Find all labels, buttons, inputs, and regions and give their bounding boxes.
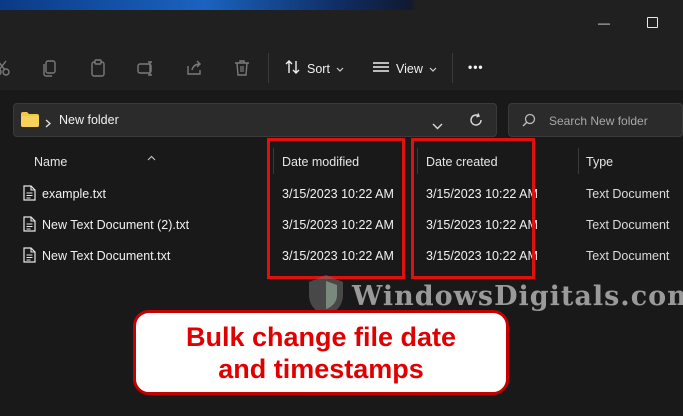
view-label: View: [396, 61, 423, 76]
column-header-name[interactable]: Name: [34, 155, 67, 169]
toolbar-separator: [452, 53, 453, 83]
address-path[interactable]: New folder: [59, 113, 119, 127]
file-name: New Text Document.txt: [42, 249, 171, 263]
annotation-callout: Bulk change file date and timestamps: [133, 310, 509, 395]
file-type: Text Document: [586, 218, 670, 232]
chevron-right-icon[interactable]: [45, 115, 52, 133]
delete-icon[interactable]: [231, 57, 253, 79]
column-header-type[interactable]: Type: [586, 155, 613, 169]
file-type: Text Document: [586, 187, 670, 201]
rename-icon[interactable]: [135, 57, 157, 79]
column-divider[interactable]: [578, 148, 579, 174]
search-icon: [522, 113, 536, 132]
callout-line-1: Bulk change file date: [185, 321, 457, 352]
search-input[interactable]: Search New folder: [549, 114, 648, 128]
sort-icon: [285, 59, 301, 78]
date-modified-highlight: [267, 138, 405, 279]
maximize-button[interactable]: [647, 17, 658, 28]
cut-icon[interactable]: [0, 57, 13, 79]
address-dropdown-icon[interactable]: [432, 117, 443, 135]
sort-button[interactable]: Sort: [285, 59, 344, 78]
chevron-down-icon: [429, 62, 437, 76]
copy-icon[interactable]: [39, 57, 61, 79]
paste-icon[interactable]: [87, 57, 109, 79]
view-icon: [372, 59, 390, 78]
refresh-icon[interactable]: [469, 113, 483, 132]
watermark-text: WindowsDigitals.com: [352, 281, 683, 312]
callout-line-2: and timestamps: [218, 353, 424, 384]
desktop-background-strip: [0, 0, 683, 10]
toolbar-separator: [268, 53, 269, 83]
file-type: Text Document: [586, 249, 670, 263]
chevron-down-icon: [336, 62, 344, 76]
more-options-button[interactable]: •••: [468, 60, 484, 74]
share-icon[interactable]: [183, 57, 205, 79]
folder-icon: [21, 112, 39, 132]
sort-label: Sort: [307, 61, 330, 76]
view-button[interactable]: View: [372, 59, 437, 78]
file-name: example.txt: [42, 187, 106, 201]
text-file-icon: [23, 216, 36, 237]
date-created-highlight: [411, 138, 535, 279]
file-name: New Text Document (2).txt: [42, 218, 190, 232]
sort-indicator-icon: [147, 148, 156, 166]
minimize-button[interactable]: —: [598, 16, 610, 30]
text-file-icon: [23, 247, 36, 268]
text-file-icon: [23, 185, 36, 206]
